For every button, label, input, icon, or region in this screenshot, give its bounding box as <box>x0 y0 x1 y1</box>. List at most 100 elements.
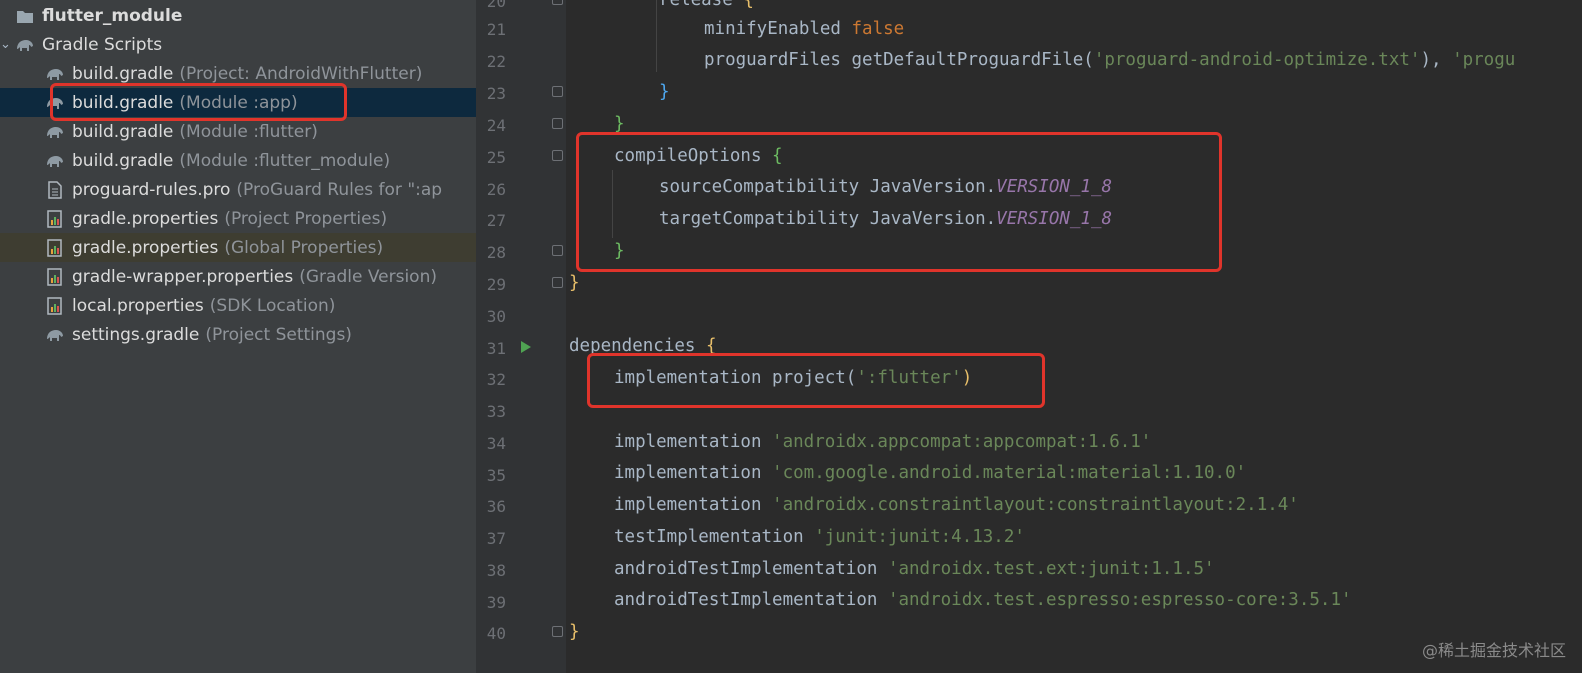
annotation-compile-options-box <box>576 132 1222 272</box>
code-token: } <box>614 114 625 134</box>
tree-item-name: build.gradle <box>72 150 174 171</box>
line-number: 31 <box>486 339 506 358</box>
code-token: implementation <box>614 432 773 452</box>
code-line-39: androidTestImplementation 'androidx.test… <box>614 590 1352 610</box>
gradle-elephant-icon <box>44 122 66 142</box>
tree-item-hint: (Global Properties) <box>224 237 384 258</box>
code-token: } <box>659 82 670 102</box>
tree-item-hint: (Module :flutter_module) <box>179 150 391 171</box>
fold-marker-icon[interactable] <box>552 86 563 97</box>
line-number: 35 <box>486 466 506 485</box>
code-line-40: } <box>569 622 580 642</box>
indent-guide <box>656 0 657 72</box>
code-token: minifyEnabled <box>704 19 841 39</box>
tree-item-name: gradle-wrapper.properties <box>72 266 294 287</box>
code-token: 'junit:junit:4.13.2' <box>814 527 1025 547</box>
watermark: @稀土掘金技术社区 <box>1421 641 1566 660</box>
tree-item-name: build.gradle <box>72 121 174 142</box>
fold-marker-icon[interactable] <box>552 0 563 5</box>
line-number: 30 <box>486 307 506 326</box>
tree-item-settings-gradle[interactable]: settings.gradle (Project Settings) <box>0 320 476 349</box>
code-token: androidTestImplementation <box>614 590 888 610</box>
line-number: 23 <box>486 84 506 103</box>
run-gutter-icon[interactable] <box>520 340 532 354</box>
code-token: 'androidx.constraintlayout:constraintlay… <box>772 495 1299 515</box>
tree-item-hint: (SDK Location) <box>209 295 336 316</box>
code-token: androidTestImplementation <box>614 559 888 579</box>
tree-section-label: Gradle Scripts <box>42 34 163 55</box>
fold-marker-icon[interactable] <box>552 277 563 288</box>
tree-item-hint: (Project Properties) <box>224 208 388 229</box>
fold-marker-icon[interactable] <box>552 245 563 256</box>
code-editor[interactable]: 20 21 22 23 24 25 26 27 28 29 30 31 32 3… <box>476 0 1582 673</box>
tree-item-hint: (Project Settings) <box>205 324 352 345</box>
code-line-22: proguardFiles getDefaultProguardFile('pr… <box>704 50 1515 70</box>
tree-item-build-gradle-flutter[interactable]: build.gradle (Module :flutter) <box>0 117 476 146</box>
line-number: 25 <box>486 148 506 167</box>
tree-item-name: gradle.properties <box>72 237 219 258</box>
line-number: 20 <box>486 0 506 11</box>
line-number: 32 <box>486 370 506 389</box>
code-token: 'androidx.test.ext:junit:1.1.5' <box>887 559 1215 579</box>
code-line-38: androidTestImplementation 'androidx.test… <box>614 559 1215 579</box>
code-line-37: testImplementation 'junit:junit:4.13.2' <box>614 527 1025 547</box>
tree-item-name: local.properties <box>72 295 204 316</box>
line-number: 34 <box>486 434 506 453</box>
tree-item-build-gradle-flutter-module[interactable]: build.gradle (Module :flutter_module) <box>0 146 476 175</box>
code-token: implementation <box>614 495 773 515</box>
line-number: 22 <box>486 52 506 71</box>
code-line-23: } <box>659 82 670 102</box>
tree-item-gradle-wrapper-properties[interactable]: gradle-wrapper.properties (Gradle Versio… <box>0 262 476 291</box>
project-tree-panel: flutter_module ⌄ Gradle Scripts build.gr… <box>0 0 476 673</box>
code-token: 'androidx.test.espresso:espresso-core:3.… <box>887 590 1352 610</box>
line-number: 37 <box>486 529 506 548</box>
tree-item-name: proguard-rules.pro <box>72 179 231 200</box>
code-token: testImplementation <box>614 527 815 547</box>
tree-item-gradle-properties-project[interactable]: gradle.properties (Project Properties) <box>0 204 476 233</box>
tree-item-hint: (ProGuard Rules for ":ap <box>236 179 443 200</box>
code-line-29: } <box>569 273 580 293</box>
line-number: 27 <box>486 211 506 230</box>
code-token: proguardFiles getDefaultProguardFile( <box>704 50 1094 70</box>
tree-item-name: build.gradle <box>72 63 174 84</box>
code-line-34: implementation 'androidx.appcompat:appco… <box>614 432 1151 452</box>
text-file-icon <box>44 180 66 200</box>
code-token: ), <box>1420 50 1453 70</box>
tree-item-proguard-rules[interactable]: proguard-rules.pro (ProGuard Rules for "… <box>0 175 476 204</box>
chevron-down-icon[interactable]: ⌄ <box>0 37 14 52</box>
code-token: 'androidx.appcompat:appcompat:1.6.1' <box>772 432 1152 452</box>
tree-root-label: flutter_module <box>42 5 183 26</box>
code-line-36: implementation 'androidx.constraintlayou… <box>614 495 1299 515</box>
tree-item-hint: (Project: AndroidWithFlutter) <box>179 63 423 84</box>
tree-item-hint: (Module :flutter) <box>179 121 318 142</box>
tree-item-gradle-properties-global[interactable]: gradle.properties (Global Properties) <box>0 233 476 262</box>
fold-marker-icon[interactable] <box>552 626 563 637</box>
code-token: false <box>851 19 905 39</box>
properties-file-icon <box>44 238 66 258</box>
code-token: implementation <box>614 463 773 483</box>
line-number: 28 <box>486 243 506 262</box>
tree-section-gradle-scripts[interactable]: ⌄ Gradle Scripts <box>0 30 476 59</box>
annotation-flutter-dependency-box <box>587 353 1045 408</box>
code-line-21: minifyEnabled false <box>704 19 904 39</box>
tree-item-local-properties[interactable]: local.properties (SDK Location) <box>0 291 476 320</box>
line-number: 29 <box>486 275 506 294</box>
tree-root-flutter-module[interactable]: flutter_module <box>0 1 476 30</box>
line-number: 26 <box>486 180 506 199</box>
tree-item-name: settings.gradle <box>72 324 200 345</box>
fold-marker-icon[interactable] <box>552 118 563 129</box>
line-number: 21 <box>486 20 506 39</box>
folder-icon <box>14 6 36 26</box>
line-number: 38 <box>486 561 506 580</box>
tree-item-name: gradle.properties <box>72 208 219 229</box>
code-token: { <box>743 0 754 10</box>
properties-file-icon <box>44 267 66 287</box>
fold-marker-icon[interactable] <box>552 150 563 161</box>
properties-file-icon <box>44 296 66 316</box>
line-number: 24 <box>486 116 506 135</box>
tree-item-hint: (Gradle Version) <box>299 266 437 287</box>
gradle-elephant-icon <box>14 35 36 55</box>
code-token: } <box>569 622 580 642</box>
line-number: 39 <box>486 593 506 612</box>
code-token: } <box>569 273 580 293</box>
